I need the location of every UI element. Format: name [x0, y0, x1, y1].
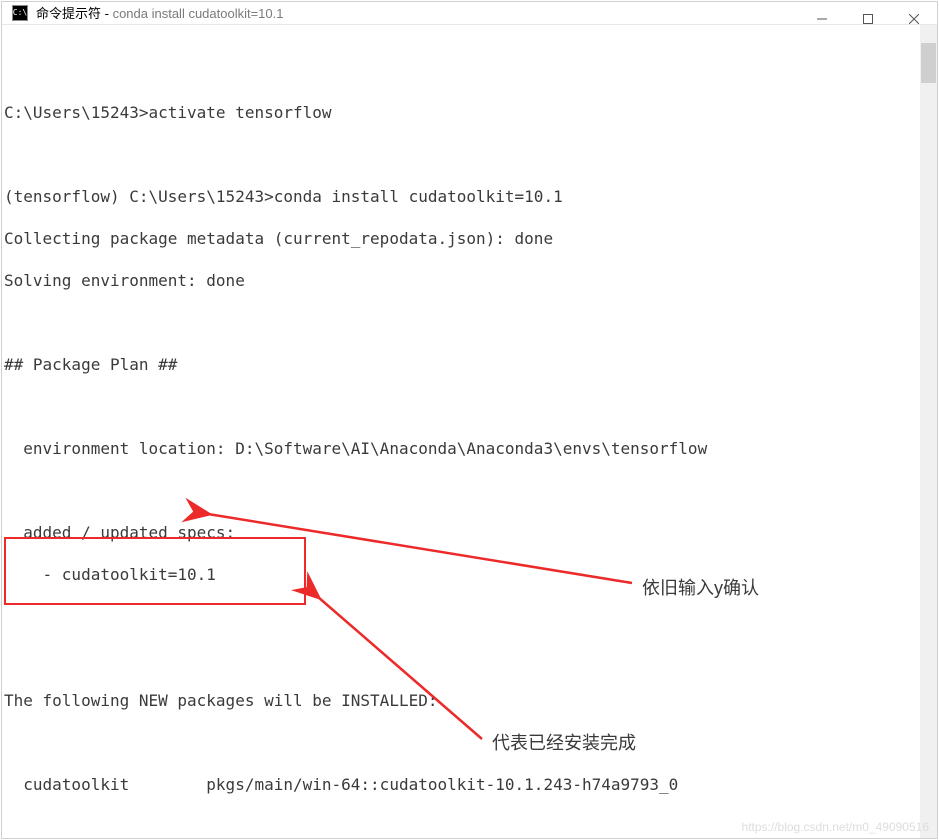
- console-line: ## Package Plan ##: [4, 354, 937, 375]
- window-title: 命令提示符 - conda install cudatoolkit=10.1: [36, 3, 284, 22]
- console-line: (tensorflow) C:\Users\15243>conda instal…: [4, 186, 937, 207]
- vertical-scrollbar[interactable]: [920, 25, 937, 838]
- console-line: environment location: D:\Software\AI\Ana…: [4, 438, 937, 459]
- titlebar[interactable]: C:\ 命令提示符 - conda install cudatoolkit=10…: [2, 2, 937, 25]
- annotation-label-2: 代表已经安装完成: [492, 729, 636, 755]
- console-line: Collecting package metadata (current_rep…: [4, 228, 937, 249]
- console-line: Solving environment: done: [4, 270, 937, 291]
- console-client-area: C:\Users\15243>activate tensorflow (tens…: [2, 25, 937, 838]
- scrollbar-thumb[interactable]: [921, 43, 936, 83]
- console-line: cudatoolkit pkgs/main/win-64::cudatoolki…: [4, 774, 937, 795]
- console-line: - cudatoolkit=10.1: [4, 564, 937, 585]
- annotation-label-1: 依旧输入y确认: [642, 574, 759, 600]
- console-line: The following NEW packages will be INSTA…: [4, 690, 937, 711]
- console-line: C:\Users\15243>activate tensorflow: [4, 102, 937, 123]
- cmd-icon: C:\: [12, 5, 28, 21]
- console-output[interactable]: C:\Users\15243>activate tensorflow (tens…: [2, 25, 937, 838]
- watermark: https://blog.csdn.net/m0_49090516: [742, 820, 929, 834]
- console-line: added / updated specs:: [4, 522, 937, 543]
- command-prompt-window: C:\ 命令提示符 - conda install cudatoolkit=10…: [1, 1, 938, 839]
